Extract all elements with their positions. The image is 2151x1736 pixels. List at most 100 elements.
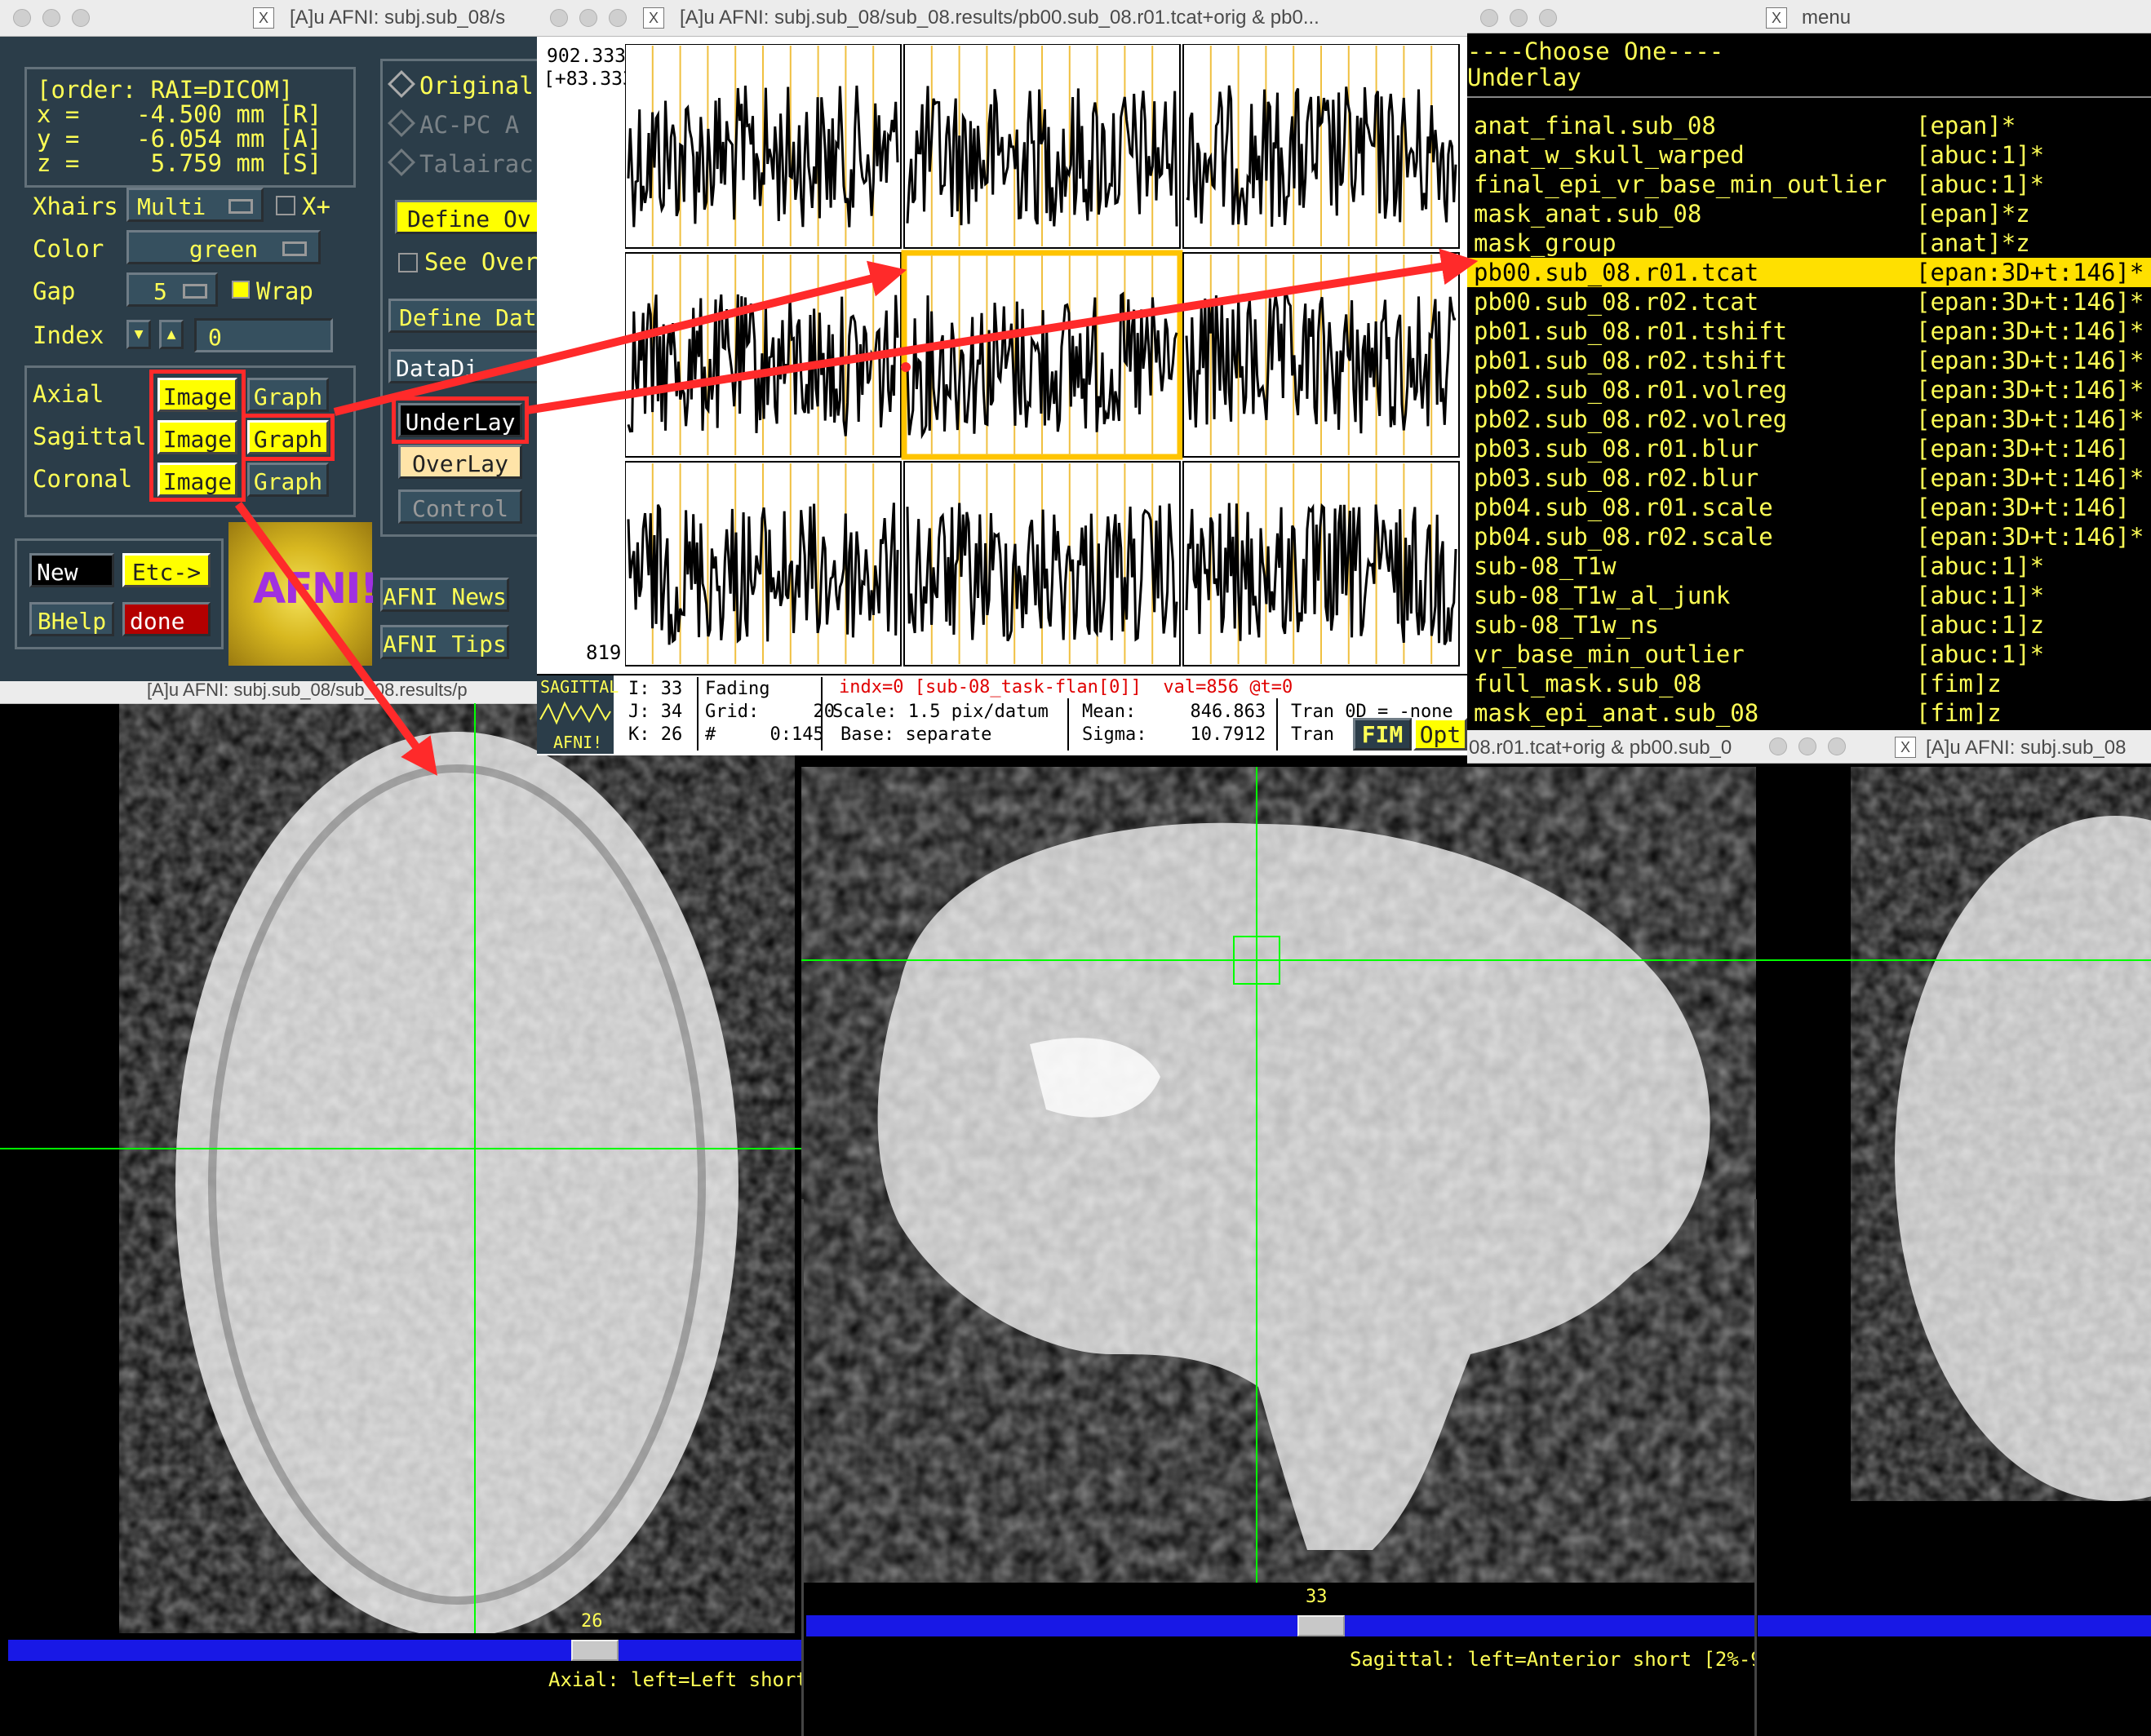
wrap-checkbox[interactable]: [232, 281, 250, 299]
menu-titlebar[interactable]: X menu: [1467, 0, 2151, 33]
graph-afni-logo: AFNI!: [553, 733, 603, 752]
menu-item-name: pb01.sub_08.r02.tshift: [1474, 347, 1788, 374]
menu-item[interactable]: anat_final.sub_08 [epan]*: [1467, 111, 2151, 140]
menu-item-info: [epan:3D+t:146]*: [1916, 288, 2144, 316]
menu-item[interactable]: full_mask.sub_08 [fim]z: [1467, 669, 2151, 698]
menu-item-name: mask_epi_anat.sub_08: [1474, 699, 1759, 727]
afni-control-window: X [A]u AFNI: subj.sub_08/s [order: RAI=D…: [0, 0, 553, 681]
menu-item[interactable]: sub-08_T1w_al_junk [abuc:1]*: [1467, 581, 2151, 610]
graph-view-label: SAGITTAL: [540, 677, 619, 697]
gap-value: 5: [153, 278, 167, 305]
menu-item-info: [epan:3D+t:146]*: [1916, 347, 2144, 374]
index-down-arrow[interactable]: ▼: [126, 320, 151, 349]
define-overlay-button[interactable]: Define Ov: [395, 200, 548, 234]
datadir-button[interactable]: DataDi: [388, 349, 548, 383]
etc-button[interactable]: Etc->: [122, 553, 211, 587]
index-value-readout: indx=0 [sub-08_task-flan[0]] val=856 @t=…: [839, 677, 1293, 698]
menu-item[interactable]: pb03.sub_08.r01.blur [epan:3D+t:146]: [1467, 434, 2151, 463]
menu-item[interactable]: pb04.sub_08.r01.scale [epan:3D+t:146]: [1467, 493, 2151, 522]
menu-item-info: [fim]z: [1916, 670, 2002, 698]
menu-item[interactable]: pb03.sub_08.r02.blur [epan:3D+t:146]*: [1467, 463, 2151, 493]
menu-item[interactable]: sub-08_T1w [abuc:1]*: [1467, 551, 2151, 581]
sagittal-window-titlebar[interactable]: 08.r01.tcat+orig & pb00.sub_0: [1467, 730, 1756, 764]
index-up-arrow[interactable]: ▲: [159, 320, 184, 349]
opt-button[interactable]: Opt: [1413, 718, 1467, 751]
menu-item-info: [epan]*: [1916, 112, 2016, 140]
axial-brain-image[interactable]: [0, 703, 804, 1633]
menu-item[interactable]: mask_anat.sub_08 [epan]*z: [1467, 199, 2151, 228]
menu-item-name: mask_group: [1474, 229, 1617, 257]
coronal-titlebar-2[interactable]: X [A]u AFNI: subj.sub_08: [1756, 730, 2151, 764]
view-option-original[interactable]: Original: [388, 70, 534, 100]
xplus-checkbox[interactable]: [276, 196, 295, 215]
sagittal-graph-highlight: [242, 414, 335, 461]
gap-menu[interactable]: 5: [126, 272, 218, 307]
menu-item[interactable]: anat_w_skull_warped [abuc:1]*: [1467, 140, 2151, 170]
new-button[interactable]: New: [29, 553, 114, 587]
coronal-brain-image[interactable]: [1756, 767, 2151, 1501]
afni-logo[interactable]: AFNI!: [228, 522, 379, 666]
coronal-graph-button[interactable]: Graph: [247, 463, 329, 497]
menu-item[interactable]: final_epi_vr_base_min_outlier [abuc:1]*: [1467, 170, 2151, 199]
axial-graph-button[interactable]: Graph: [247, 378, 329, 412]
menu-item[interactable]: pb02.sub_08.r02.volreg [epan:3D+t:146]*: [1467, 405, 2151, 434]
graph-titlebar[interactable]: X [A]u AFNI: subj.sub_08/sub_08.results/…: [537, 0, 1467, 37]
base-value: Base: separate: [840, 724, 992, 745]
sagittal-brain-image[interactable]: [801, 767, 1756, 1583]
afni-news-button[interactable]: AFNI News: [380, 578, 509, 612]
axial-label: Axial: [33, 380, 104, 408]
current-time-marker: [901, 362, 911, 372]
image-buttons-highlight: [149, 370, 246, 502]
graph-ymax: 902.3333: [547, 46, 637, 67]
axial-slice-slider[interactable]: [8, 1640, 804, 1661]
underlay-menu-window: X menu ----Choose One---- Underlay anat_…: [1467, 0, 2151, 734]
menu-item[interactable]: pb04.sub_08.r02.scale [epan:3D+t:146]*: [1467, 522, 2151, 551]
menu-item[interactable]: pb00.sub_08.r02.tcat [epan:3D+t:146]*: [1467, 287, 2151, 317]
axial-title: [A]u AFNI: subj.sub_08/sub_08.results/p: [147, 680, 468, 700]
menu-item-info: [abuc:1]*: [1916, 170, 2045, 198]
menu-item[interactable]: pb02.sub_08.r01.volreg [epan:3D+t:146]*: [1467, 375, 2151, 405]
menu-item-name: pb02.sub_08.r02.volreg: [1474, 405, 1788, 433]
define-datamode-button[interactable]: Define Dat: [388, 299, 548, 333]
menu-item-name: pb02.sub_08.r01.volreg: [1474, 376, 1788, 404]
sagittal-slice-slider[interactable]: [806, 1615, 1756, 1636]
sagittal-slice-number: 33: [1306, 1587, 1328, 1607]
sagittal-graph-icon[interactable]: SAGITTAL AFNI!: [537, 675, 619, 754]
coord-order: [order: RAI=DICOM]: [37, 76, 294, 104]
menu-item[interactable]: pb01.sub_08.r01.tshift [epan:3D+t:146]*: [1467, 317, 2151, 346]
afni-tips-button[interactable]: AFNI Tips: [380, 625, 509, 659]
done-button[interactable]: done: [122, 602, 211, 636]
color-menu[interactable]: green: [126, 230, 321, 264]
menu-item[interactable]: pb00.sub_08.r01.tcat [epan:3D+t:146]*: [1467, 258, 2151, 287]
xhairs-label: Xhairs: [33, 193, 118, 220]
menu-item[interactable]: vr_base_min_outlier [abuc:1]*: [1467, 640, 2151, 669]
sagittal-status: Sagittal: left=Anterior short [2%-9: [1350, 1648, 1763, 1671]
menu-item[interactable]: mask_group [anat]*z: [1467, 228, 2151, 258]
coronal-slice-slider[interactable]: [1758, 1615, 2151, 1636]
menu-item[interactable]: mask_epi_anat.sub_08 [fim]z: [1467, 698, 2151, 728]
mean-value: Mean: 846.863: [1082, 702, 1266, 722]
overlay-button[interactable]: OverLay: [398, 445, 522, 479]
axial-slider-thumb[interactable]: [571, 1640, 619, 1661]
control-titlebar[interactable]: X [A]u AFNI: subj.sub_08/s: [0, 0, 548, 37]
bhelp-button[interactable]: BHelp: [29, 602, 114, 636]
menu-item-info: [abuc:1]z: [1916, 611, 2045, 639]
sagittal-slider-thumb[interactable]: [1297, 1615, 1345, 1636]
coord-y: y = -6.054 mm [A]: [37, 125, 322, 153]
view-option-talairach[interactable]: Talairac: [388, 148, 534, 178]
control-button[interactable]: Control: [398, 489, 522, 524]
see-overlay-checkbox[interactable]: [398, 253, 418, 272]
menu-item-info: [epan:3D+t:146]*: [1916, 523, 2144, 551]
graph-grid[interactable]: [625, 44, 1466, 671]
sagittal-label: Sagittal: [33, 423, 147, 450]
menu-item-info: [abuc:1]*: [1916, 582, 2045, 609]
xhairs-menu[interactable]: Multi: [126, 188, 264, 222]
menu-item[interactable]: pb01.sub_08.r02.tshift [epan:3D+t:146]*: [1467, 346, 2151, 375]
hash-value: # 0:145: [705, 724, 824, 745]
view-option-acpc[interactable]: AC-PC A: [388, 109, 519, 139]
menu-item[interactable]: sub-08_T1w_ns [abuc:1]z: [1467, 610, 2151, 640]
fim-button[interactable]: FIM: [1353, 718, 1412, 751]
index-field[interactable]: 0: [194, 318, 333, 352]
menu-item-name: pb00.sub_08.r02.tcat: [1474, 288, 1759, 316]
wrap-label: Wrap: [256, 277, 313, 305]
